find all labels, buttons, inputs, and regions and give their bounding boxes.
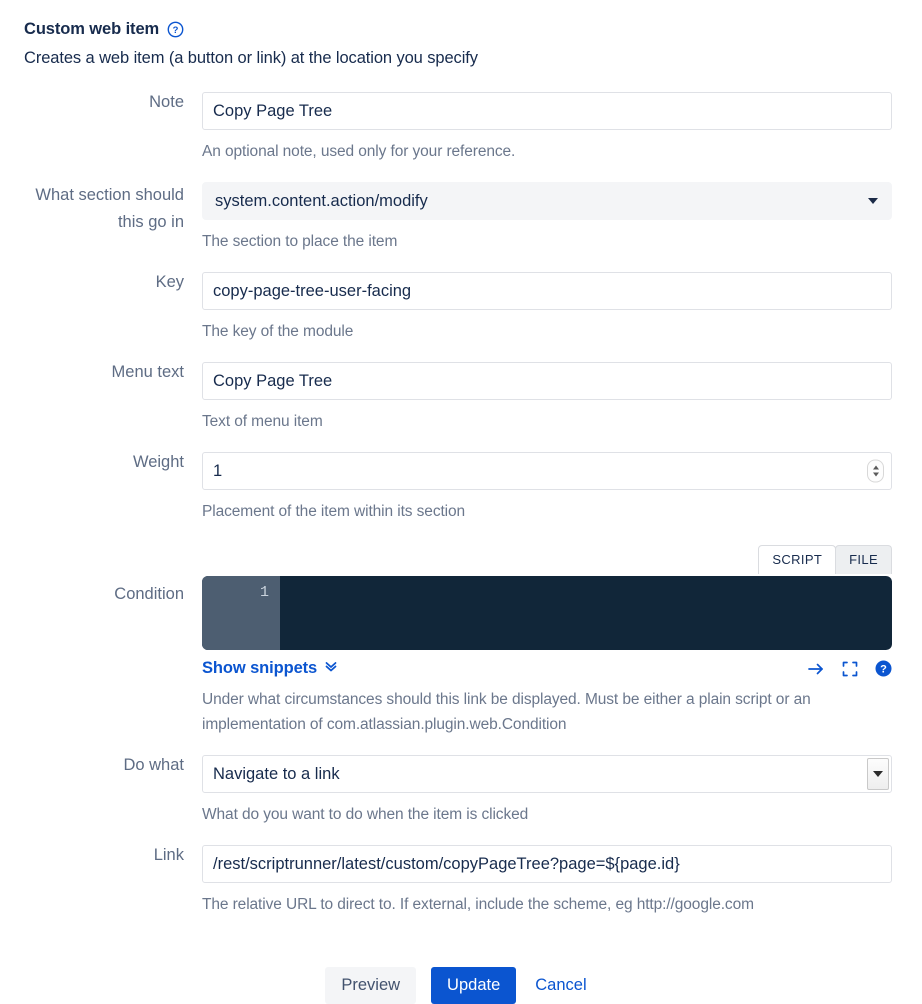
condition-description: Under what circumstances should this lin… [202,691,811,733]
help-circle-filled-icon[interactable]: ? [875,660,892,677]
form-body: Note An optional note, used only for you… [24,92,892,935]
weight-label: Weight [132,453,184,471]
menu-text-input[interactable] [202,362,892,400]
do-what-select-value: Navigate to a link [213,764,340,783]
chevron-down-icon [868,198,878,204]
tab-script[interactable]: SCRIPT [758,545,837,574]
svg-text:?: ? [173,25,179,36]
field-row-key: Key The key of the module [24,272,892,362]
note-label: Note [149,93,184,111]
section-description: The section to place the item [202,233,398,250]
code-editor[interactable]: 1 [202,576,892,650]
field-row-section: What section should this go in system.co… [24,182,892,272]
note-input[interactable] [202,92,892,130]
key-input[interactable] [202,272,892,310]
link-input[interactable] [202,845,892,883]
number-stepper-icon[interactable] [867,459,884,483]
arrow-right-icon[interactable] [807,661,825,677]
condition-label: Condition [114,585,184,603]
link-label: Link [153,846,184,864]
key-label: Key [155,273,184,291]
menu-text-label: Menu text [111,363,184,381]
section-label: What section should this go in [35,186,184,231]
preview-button[interactable]: Preview [325,967,417,1004]
link-description: The relative URL to direct to. If extern… [202,896,754,913]
show-snippets-label: Show snippets [202,659,318,677]
section-select[interactable]: system.content.action/modify [202,182,892,220]
page-subtitle: Creates a web item (a button or link) at… [24,49,478,67]
page-header: Custom web item ? [24,18,892,40]
key-description: The key of the module [202,323,354,340]
do-what-label: Do what [123,756,184,774]
field-row-link: Link The relative URL to direct to. If e… [24,845,892,935]
form-actions: Preview Update Cancel [24,967,892,1004]
field-row-menu-text: Menu text Text of menu item [24,362,892,452]
page-title: Custom web item [24,19,160,38]
note-description: An optional note, used only for your ref… [202,143,516,160]
editor-code-area[interactable] [280,576,892,650]
condition-editor-block: SCRIPT FILE 1 Show snippets ? Under what… [202,545,892,737]
help-circle-icon[interactable]: ? [167,21,184,38]
weight-description: Placement of the item within its section [202,503,466,520]
svg-text:?: ? [880,663,887,675]
do-what-select[interactable]: Navigate to a link [202,755,892,793]
editor-gutter-line-number: 1 [202,576,280,650]
tab-file[interactable]: FILE [835,545,892,574]
do-what-description: What do you want to do when the item is … [202,806,529,823]
weight-input[interactable] [202,452,892,490]
cancel-button[interactable]: Cancel [531,967,590,1004]
custom-web-item-form: Custom web item ? Creates a web item (a … [0,0,922,1004]
show-snippets-link[interactable]: Show snippets [202,659,338,678]
fullscreen-icon[interactable] [842,661,858,677]
field-row-condition: Condition SCRIPT FILE 1 Show snippets ? … [24,542,892,755]
menu-text-description: Text of menu item [202,413,323,430]
chevron-down-icon [867,758,889,790]
field-row-do-what: Do what Navigate to a link What do you w… [24,755,892,845]
editor-tabs: SCRIPT FILE [758,545,892,574]
chevron-double-down-icon [324,659,338,678]
editor-toolbar-icons: ? [807,660,892,677]
section-select-value: system.content.action/modify [215,191,428,210]
field-row-note: Note An optional note, used only for you… [24,92,892,182]
editor-footer: Show snippets ? [202,659,892,678]
update-button[interactable]: Update [431,967,517,1004]
field-row-weight: Weight Placement of the item within its … [24,452,892,542]
